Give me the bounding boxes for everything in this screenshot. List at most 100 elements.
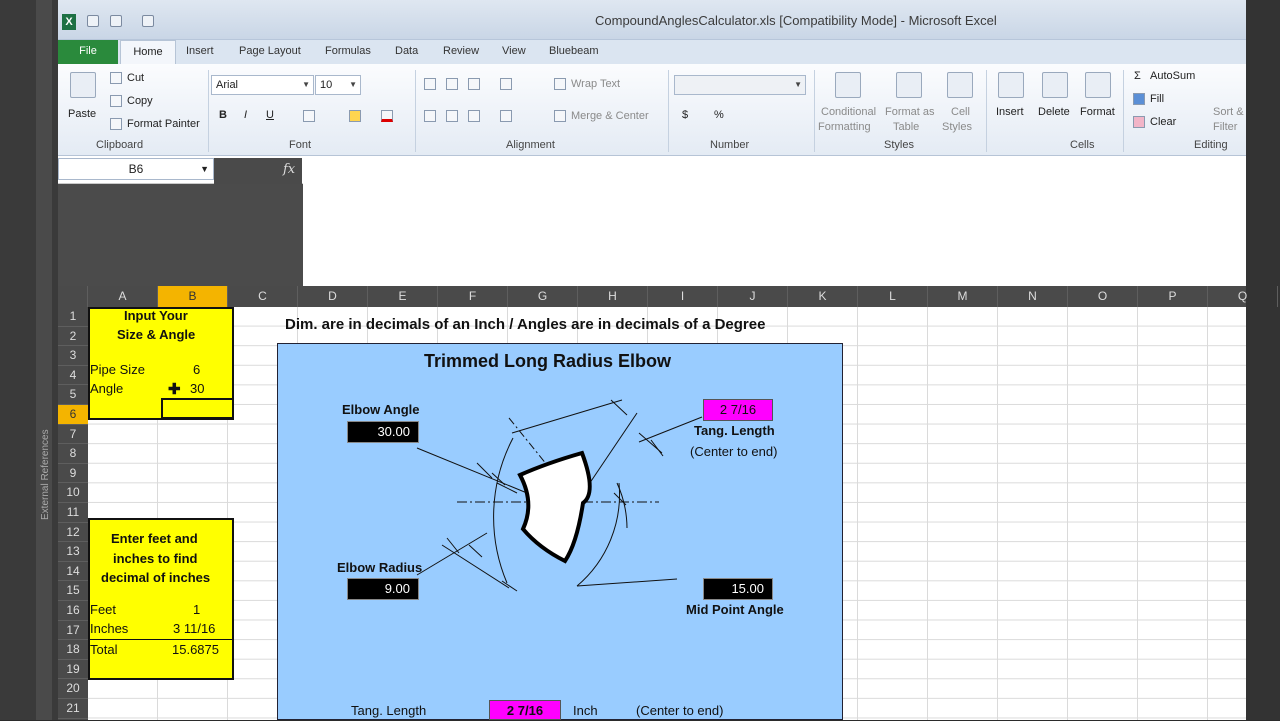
merge-center-button[interactable]: Merge & Center bbox=[571, 110, 649, 122]
select-all-corner[interactable] bbox=[58, 286, 88, 307]
fill-button[interactable]: Fill bbox=[1150, 93, 1164, 105]
name-box[interactable]: B6 ▼ bbox=[58, 158, 214, 180]
insert-cells-icon[interactable] bbox=[998, 72, 1024, 98]
format-cells-icon[interactable] bbox=[1085, 72, 1111, 98]
format-cells-button[interactable]: Format bbox=[1080, 106, 1115, 118]
angle-value[interactable]: 30 bbox=[190, 381, 204, 396]
row-header-6[interactable]: 6 bbox=[58, 405, 88, 425]
tab-view[interactable]: View bbox=[502, 45, 526, 57]
column-header-q[interactable]: Q bbox=[1208, 286, 1278, 307]
row-header-3[interactable]: 3 bbox=[58, 346, 88, 366]
tab-review[interactable]: Review bbox=[443, 45, 479, 57]
formula-input[interactable] bbox=[303, 156, 1246, 286]
row-header-21[interactable]: 21 bbox=[58, 699, 88, 719]
column-header-m[interactable]: M bbox=[928, 286, 998, 307]
column-header-c[interactable]: C bbox=[228, 286, 298, 307]
chevron-down-icon[interactable]: ▼ bbox=[200, 159, 209, 179]
align-right-icon[interactable] bbox=[468, 110, 480, 122]
indent-icon[interactable] bbox=[500, 110, 512, 122]
column-header-d[interactable]: D bbox=[298, 286, 368, 307]
align-top-icon[interactable] bbox=[424, 78, 436, 90]
sort-filter-button[interactable]: Sort & bbox=[1213, 106, 1244, 118]
underline-button[interactable]: U bbox=[266, 109, 274, 121]
column-header-f[interactable]: F bbox=[438, 286, 508, 307]
pipe-size-value[interactable]: 6 bbox=[193, 362, 200, 377]
tab-data[interactable]: Data bbox=[395, 45, 418, 57]
row-header-10[interactable]: 10 bbox=[58, 483, 88, 503]
redo-icon[interactable] bbox=[142, 15, 154, 27]
align-bottom-icon[interactable] bbox=[468, 78, 480, 90]
save-icon[interactable] bbox=[87, 15, 99, 27]
inches-value[interactable]: 3 11/16 bbox=[173, 621, 215, 636]
bold-button[interactable]: B bbox=[219, 109, 227, 121]
currency-button[interactable]: $ bbox=[682, 109, 688, 121]
fill-color-icon[interactable] bbox=[349, 110, 361, 122]
column-header-e[interactable]: E bbox=[368, 286, 438, 307]
borders-icon[interactable] bbox=[303, 110, 315, 122]
column-header-a[interactable]: A bbox=[88, 286, 158, 307]
tab-insert[interactable]: Insert bbox=[186, 45, 214, 57]
paste-icon[interactable] bbox=[70, 72, 96, 98]
row-header-2[interactable]: 2 bbox=[58, 327, 88, 347]
column-header-j[interactable]: J bbox=[718, 286, 788, 307]
row-header-17[interactable]: 17 bbox=[58, 621, 88, 641]
align-left-icon[interactable] bbox=[424, 110, 436, 122]
column-header-p[interactable]: P bbox=[1138, 286, 1208, 307]
tab-formulas[interactable]: Formulas bbox=[325, 45, 371, 57]
align-middle-icon[interactable] bbox=[446, 78, 458, 90]
format-painter-button[interactable]: Format Painter bbox=[127, 118, 200, 130]
undo-icon[interactable] bbox=[110, 15, 122, 27]
row-header-14[interactable]: 14 bbox=[58, 562, 88, 582]
orientation-icon[interactable] bbox=[500, 78, 512, 90]
format-as-table-button[interactable]: Format as bbox=[885, 106, 935, 118]
column-header-n[interactable]: N bbox=[998, 286, 1068, 307]
tab-bluebeam[interactable]: Bluebeam bbox=[549, 45, 599, 57]
font-name-select[interactable]: Arial ▼ bbox=[211, 75, 314, 95]
column-header-o[interactable]: O bbox=[1068, 286, 1138, 307]
row-header-12[interactable]: 12 bbox=[58, 523, 88, 543]
conditional-formatting-button[interactable]: Conditional bbox=[821, 106, 876, 118]
delete-cells-button[interactable]: Delete bbox=[1038, 106, 1070, 118]
column-header-b[interactable]: B bbox=[158, 286, 228, 307]
italic-button[interactable]: I bbox=[244, 109, 247, 121]
tab-page-layout[interactable]: Page Layout bbox=[239, 45, 301, 57]
row-header-4[interactable]: 4 bbox=[58, 366, 88, 386]
row-header-5[interactable]: 5 bbox=[58, 385, 88, 405]
insert-function-icon[interactable]: fx bbox=[283, 162, 295, 177]
row-header-9[interactable]: 9 bbox=[58, 464, 88, 484]
row-header-15[interactable]: 15 bbox=[58, 581, 88, 601]
row-header-16[interactable]: 16 bbox=[58, 601, 88, 621]
cell-styles-button[interactable]: Cell bbox=[951, 106, 970, 118]
row-header-7[interactable]: 7 bbox=[58, 425, 88, 445]
row-header-8[interactable]: 8 bbox=[58, 444, 88, 464]
cell-styles-icon[interactable] bbox=[947, 72, 973, 98]
font-color-icon[interactable] bbox=[381, 110, 393, 122]
copy-button[interactable]: Copy bbox=[127, 95, 153, 107]
delete-cells-icon[interactable] bbox=[1042, 72, 1068, 98]
format-as-table-icon[interactable] bbox=[896, 72, 922, 98]
column-header-l[interactable]: L bbox=[858, 286, 928, 307]
paste-button[interactable]: Paste bbox=[68, 108, 96, 120]
column-header-h[interactable]: H bbox=[578, 286, 648, 307]
align-center-icon[interactable] bbox=[446, 110, 458, 122]
number-format-select[interactable]: ▼ bbox=[674, 75, 806, 95]
excel-app-icon[interactable]: X bbox=[62, 14, 76, 30]
autosum-button[interactable]: AutoSum bbox=[1150, 70, 1195, 82]
conditional-formatting-icon[interactable] bbox=[835, 72, 861, 98]
row-header-18[interactable]: 18 bbox=[58, 640, 88, 660]
row-header-1[interactable]: 1 bbox=[58, 307, 88, 327]
column-header-k[interactable]: K bbox=[788, 286, 858, 307]
tab-file[interactable]: File bbox=[58, 40, 118, 64]
wrap-text-button[interactable]: Wrap Text bbox=[571, 78, 620, 90]
row-header-11[interactable]: 11 bbox=[58, 503, 88, 523]
cut-button[interactable]: Cut bbox=[127, 72, 144, 84]
row-header-20[interactable]: 20 bbox=[58, 679, 88, 699]
row-header-19[interactable]: 19 bbox=[58, 660, 88, 680]
row-header-13[interactable]: 13 bbox=[58, 542, 88, 562]
column-header-i[interactable]: I bbox=[648, 286, 718, 307]
selected-cell-b6[interactable] bbox=[161, 398, 234, 419]
feet-value[interactable]: 1 bbox=[193, 602, 200, 617]
column-header-g[interactable]: G bbox=[508, 286, 578, 307]
clear-button[interactable]: Clear bbox=[1150, 116, 1176, 128]
font-size-select[interactable]: 10 ▼ bbox=[315, 75, 361, 95]
